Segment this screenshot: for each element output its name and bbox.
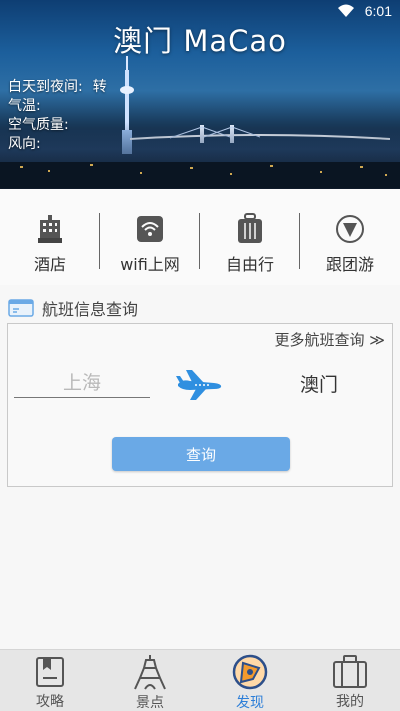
wifi-signal-icon	[338, 4, 354, 17]
more-flights-link[interactable]: 更多航班查询 ≫	[275, 329, 385, 350]
category-label: wifi上网	[120, 255, 180, 274]
compass-icon	[335, 213, 365, 245]
departure-city-input[interactable]: 上海	[14, 368, 150, 395]
luggage-icon	[235, 213, 265, 245]
hero-banner: 6:01 澳门 MaCao 白天到夜间: 转 气温: 空气质量: 风向:	[0, 0, 400, 189]
ticket-icon	[8, 299, 34, 317]
tab-profile[interactable]: 我的	[300, 650, 400, 711]
airplane-icon[interactable]	[174, 368, 224, 402]
tab-discover[interactable]: 发现	[200, 650, 300, 711]
bottom-tab-bar: 攻略 景点 发现 我的	[0, 649, 400, 711]
tower-icon	[131, 654, 169, 690]
arrival-city[interactable]: 澳门	[259, 370, 379, 397]
category-strip: 酒店 wifi上网 自由行 跟团游	[0, 189, 400, 285]
tab-label: 攻略	[36, 694, 64, 710]
weather-info: 白天到夜间: 转 气温: 空气质量: 风向:	[8, 78, 107, 154]
wifi-icon	[135, 213, 165, 245]
departure-underline	[14, 397, 150, 398]
query-button[interactable]: 查询	[112, 437, 290, 471]
discover-icon	[231, 654, 269, 690]
weather-row-wind: 风向:	[8, 136, 41, 152]
profile-bag-icon	[331, 654, 369, 689]
category-hotel[interactable]: 酒店	[0, 189, 100, 285]
weather-row-air-quality: 空气质量:	[8, 117, 69, 133]
tab-guide[interactable]: 攻略	[0, 650, 100, 711]
flight-section-header: 航班信息查询	[8, 297, 138, 319]
category-label: 跟团游	[325, 255, 374, 274]
tab-label: 景点	[136, 695, 164, 711]
guide-icon	[31, 654, 69, 689]
tab-label: 发现	[236, 695, 264, 711]
flight-search-card: 更多航班查询 ≫ 上海 澳门 查询	[7, 323, 393, 487]
weather-row-day-night: 白天到夜间: 转	[8, 79, 107, 95]
hotel-icon	[35, 213, 65, 245]
weather-row-temperature: 气温:	[8, 98, 41, 114]
tab-attractions[interactable]: 景点	[100, 650, 200, 711]
category-group-tour[interactable]: 跟团游	[300, 189, 400, 285]
clock: 6:01	[364, 3, 392, 19]
city-title: 澳门 MaCao	[113, 24, 287, 58]
tab-label: 我的	[336, 694, 364, 710]
category-free-travel[interactable]: 自由行	[200, 189, 300, 285]
category-label: 酒店	[33, 255, 66, 274]
category-wifi[interactable]: wifi上网	[100, 189, 200, 285]
category-label: 自由行	[225, 255, 274, 274]
skyline-image	[0, 162, 400, 188]
flight-section-title: 航班信息查询	[42, 300, 139, 319]
